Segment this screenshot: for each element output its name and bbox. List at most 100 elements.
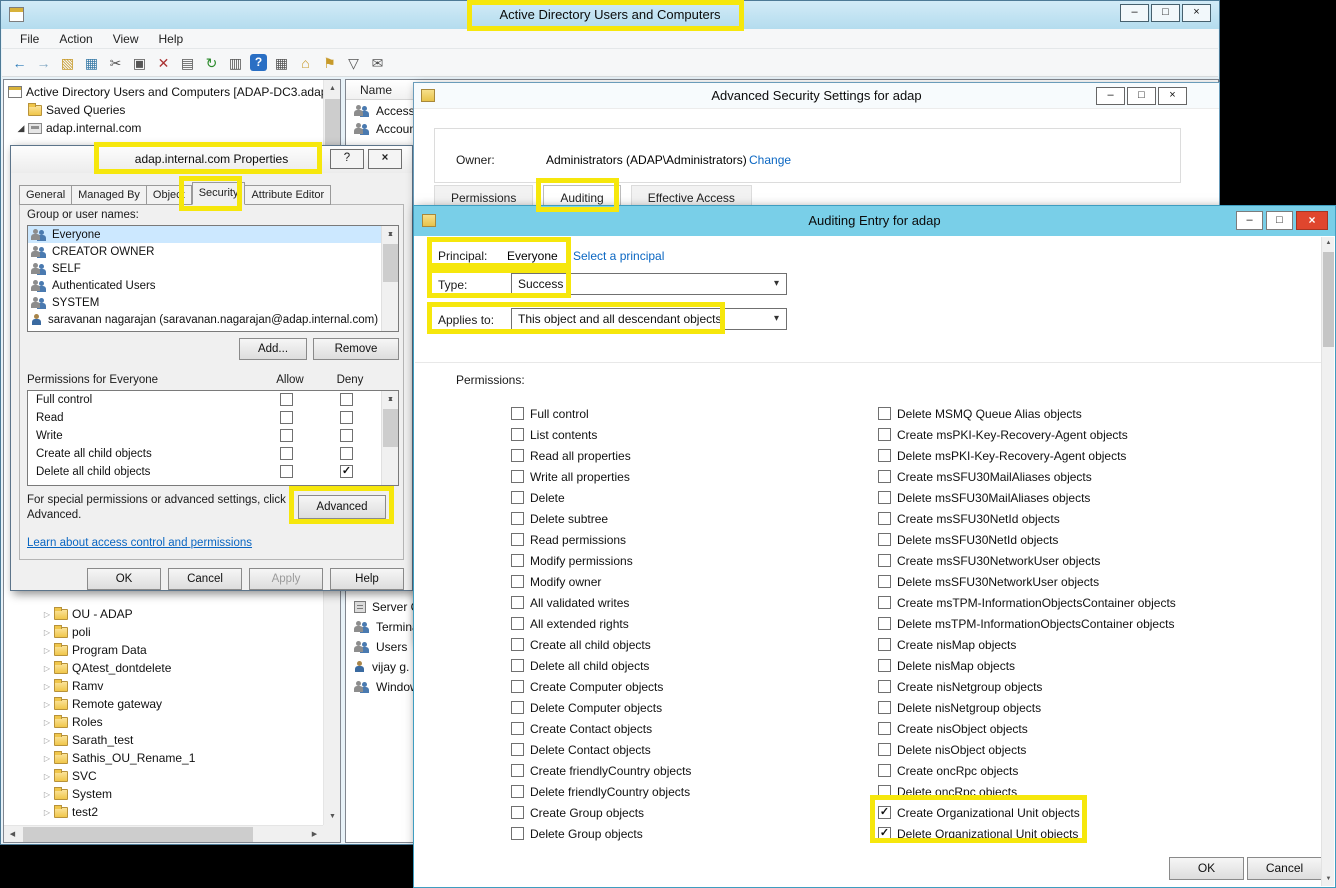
permission-checkbox[interactable] xyxy=(511,722,524,735)
scroll-left-icon[interactable]: ◀ xyxy=(4,826,21,843)
group-item[interactable]: CREATOR OWNER xyxy=(28,243,398,260)
close-icon[interactable]: × xyxy=(368,149,402,169)
remove-button[interactable]: Remove xyxy=(313,338,399,360)
audit-permission-row[interactable]: Create Group objects xyxy=(511,802,691,823)
audit-permission-row[interactable]: Delete friendlyCountry objects xyxy=(511,781,691,802)
tree-item-program-data[interactable]: ▷Program Data xyxy=(4,641,323,659)
menu-item-help[interactable]: Help xyxy=(149,29,194,49)
group-list-scrollbar[interactable]: ▲ ▼ xyxy=(381,226,398,331)
audit-permission-row[interactable]: Delete Contact objects xyxy=(511,739,691,760)
audit-permission-row[interactable]: Create msSFU30NetId objects xyxy=(878,508,1176,529)
audit-permission-row[interactable]: Delete msPKI-Key-Recovery-Agent objects xyxy=(878,445,1176,466)
permission-checkbox[interactable] xyxy=(878,596,891,609)
group-item[interactable]: Everyone xyxy=(28,226,398,243)
back-icon[interactable]: ← xyxy=(10,53,29,73)
audit-permission-row[interactable]: List contents xyxy=(511,424,691,445)
permission-checkbox[interactable] xyxy=(878,701,891,714)
ok-button[interactable]: OK xyxy=(1169,857,1244,880)
list-icon[interactable]: ▤ xyxy=(178,53,197,73)
tree-item-roles[interactable]: ▷Roles xyxy=(4,713,323,731)
audit-permission-row[interactable]: Create friendlyCountry objects xyxy=(511,760,691,781)
permission-checkbox[interactable] xyxy=(511,617,524,630)
permission-checkbox[interactable] xyxy=(878,407,891,420)
minimize-icon[interactable]: – xyxy=(1120,4,1149,22)
permission-checkbox[interactable] xyxy=(878,470,891,483)
permission-row[interactable]: Create all child objects xyxy=(28,445,398,463)
permission-checkbox[interactable] xyxy=(878,449,891,462)
permission-checkbox[interactable] xyxy=(511,701,524,714)
advanced-titlebar[interactable]: Advanced Security Settings for adap – □ … xyxy=(414,83,1219,109)
group-item[interactable]: Authenticated Users xyxy=(28,277,398,294)
permission-checkbox[interactable] xyxy=(511,575,524,588)
audit-permission-row[interactable]: Full control xyxy=(511,403,691,424)
permission-row[interactable]: Delete all child objects✓ xyxy=(28,463,398,481)
audit-permission-row[interactable]: Delete all child objects xyxy=(511,655,691,676)
tree-item-active-directory-users-and-com[interactable]: Active Directory Users and Computers [AD… xyxy=(4,83,323,101)
audit-permission-row[interactable]: ✓Create Organizational Unit objects xyxy=(878,802,1176,823)
permission-checkbox[interactable] xyxy=(511,680,524,693)
applies-to-dropdown[interactable]: This object and all descendant objects ▾ xyxy=(511,308,787,330)
permission-checkbox[interactable] xyxy=(511,512,524,525)
minimize-icon[interactable]: – xyxy=(1236,211,1263,230)
add-button[interactable]: Add... xyxy=(239,338,307,360)
permission-checkbox[interactable] xyxy=(878,554,891,567)
permission-checkbox[interactable] xyxy=(878,785,891,798)
set-domain-icon[interactable]: ⌂ xyxy=(296,53,315,73)
help-icon[interactable]: ? xyxy=(330,149,364,169)
audit-permission-row[interactable]: Delete msTPM-InformationObjectsContainer… xyxy=(878,613,1176,634)
audit-permission-row[interactable]: Delete xyxy=(511,487,691,508)
group-item[interactable]: saravanan nagarajan (saravanan.nagarajan… xyxy=(28,311,398,328)
permission-checkbox[interactable] xyxy=(511,470,524,483)
scroll-thumb[interactable] xyxy=(23,827,253,842)
save-icon[interactable]: ▥ xyxy=(226,53,245,73)
tab-general[interactable]: General xyxy=(19,185,72,205)
permission-checkbox[interactable] xyxy=(878,512,891,525)
cancel-button[interactable]: Cancel xyxy=(168,568,242,590)
collapsed-icon[interactable]: ▷ xyxy=(40,772,54,781)
tab-security[interactable]: Security xyxy=(192,182,246,205)
allow-checkbox[interactable] xyxy=(280,411,293,424)
copy-icon[interactable]: ▣ xyxy=(130,53,149,73)
tree-item-saved-queries[interactable]: Saved Queries xyxy=(4,101,323,119)
audit-permission-row[interactable]: Delete oncRpc objects xyxy=(878,781,1176,802)
audit-permission-row[interactable]: Delete nisNetgroup objects xyxy=(878,697,1176,718)
audit-permission-row[interactable]: Delete msSFU30NetworkUser objects xyxy=(878,571,1176,592)
audit-permission-row[interactable]: Create all child objects xyxy=(511,634,691,655)
change-domain-controller-icon[interactable]: ⚑ xyxy=(320,53,339,73)
collapsed-icon[interactable]: ▷ xyxy=(40,808,54,817)
permission-checkbox[interactable] xyxy=(878,638,891,651)
allow-checkbox[interactable] xyxy=(280,429,293,442)
menu-item-view[interactable]: View xyxy=(103,29,149,49)
permission-checkbox[interactable] xyxy=(878,722,891,735)
audit-permission-row[interactable]: Delete msSFU30MailAliases objects xyxy=(878,487,1176,508)
audit-permission-row[interactable]: Create nisNetgroup objects xyxy=(878,676,1176,697)
audit-permission-row[interactable]: ✓Delete Organizational Unit objects xyxy=(878,823,1176,844)
auditing-titlebar[interactable]: Auditing Entry for adap – □ × xyxy=(414,206,1335,236)
tree-item-sarath-test[interactable]: ▷Sarath_test xyxy=(4,731,323,749)
collapsed-icon[interactable]: ▷ xyxy=(40,790,54,799)
delete-icon[interactable]: ✕ xyxy=(154,53,173,73)
collapsed-icon[interactable]: ▷ xyxy=(40,700,54,709)
audit-permission-row[interactable]: Create msSFU30NetworkUser objects xyxy=(878,550,1176,571)
permission-checkbox[interactable] xyxy=(511,554,524,567)
permission-checkbox[interactable]: ✓ xyxy=(878,806,891,819)
auditing-vertical-scrollbar[interactable]: ▲ ▼ xyxy=(1321,237,1334,886)
select-principal-link[interactable]: Select a principal xyxy=(573,249,664,263)
permission-checkbox[interactable] xyxy=(878,617,891,630)
deny-checkbox[interactable] xyxy=(340,447,353,460)
maximize-icon[interactable]: □ xyxy=(1266,211,1293,230)
scroll-thumb[interactable] xyxy=(383,244,398,282)
permission-checkbox[interactable] xyxy=(511,659,524,672)
audit-permission-row[interactable]: Write all properties xyxy=(511,466,691,487)
allow-checkbox[interactable] xyxy=(280,393,293,406)
permission-checkbox[interactable] xyxy=(878,764,891,777)
console-tree-icon[interactable]: ▧ xyxy=(58,53,77,73)
minimize-icon[interactable]: – xyxy=(1096,87,1125,105)
menu-item-action[interactable]: Action xyxy=(49,29,102,49)
help-button[interactable]: Help xyxy=(330,568,404,590)
close-icon[interactable]: × xyxy=(1158,87,1187,105)
permission-checkbox[interactable] xyxy=(511,533,524,546)
scroll-right-icon[interactable]: ▶ xyxy=(306,826,323,843)
learn-link[interactable]: Learn about access control and permissio… xyxy=(27,537,252,549)
permission-checkbox[interactable] xyxy=(878,491,891,504)
